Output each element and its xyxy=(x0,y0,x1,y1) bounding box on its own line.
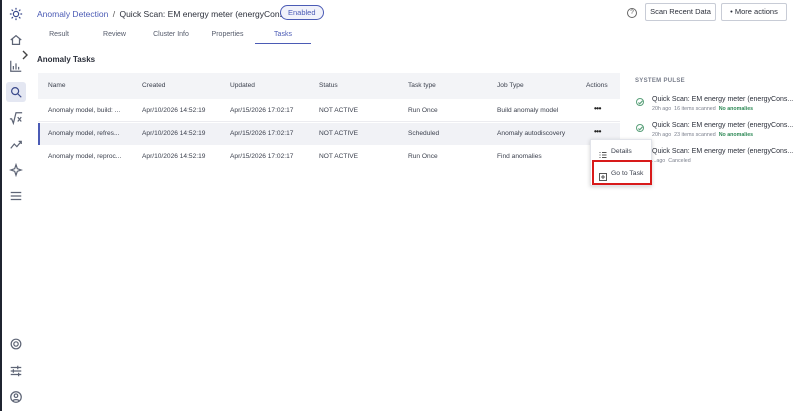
highlight-box xyxy=(592,160,652,185)
settings-icon[interactable] xyxy=(6,334,26,354)
cell-status: NOT ACTIVE xyxy=(319,153,359,160)
table-row[interactable]: Anomaly model, refres... Apr/10/2026 14:… xyxy=(38,123,620,145)
column-header-updated[interactable]: Updated xyxy=(230,82,255,89)
cell-updated: Apr/15/2026 17:02:17 xyxy=(230,153,294,160)
cell-status: NOT ACTIVE xyxy=(319,130,359,137)
breadcrumb-separator: / xyxy=(112,9,116,19)
tab-bar: Result Review Cluster Info Properties Ta… xyxy=(37,28,617,44)
pulse-item-result: No anomalies xyxy=(718,132,754,138)
help-icon[interactable]: ? xyxy=(627,8,637,18)
table-header: Name Created Updated Status Task type Jo… xyxy=(38,73,620,99)
cell-task-type: Run Once xyxy=(408,153,438,160)
cell-job-type: Find anomalies xyxy=(497,153,542,160)
cell-updated: Apr/15/2026 17:02:17 xyxy=(230,130,294,137)
column-header-name[interactable]: Name xyxy=(48,82,66,89)
cell-job-type: Build anomaly model xyxy=(497,107,559,114)
cell-updated: Apr/15/2026 17:02:17 xyxy=(230,107,294,114)
cell-task-type: Scheduled xyxy=(408,130,440,137)
check-circle-icon xyxy=(636,124,644,132)
gear-logo-icon[interactable] xyxy=(6,4,26,24)
pulse-item-age: 20h ago xyxy=(652,106,672,112)
pulse-item[interactable]: Quick Scan: EM energy meter (energyCons.… xyxy=(636,148,796,170)
column-header-task-type[interactable]: Task type xyxy=(408,82,436,89)
cell-name: Anomaly model, build: ... xyxy=(48,107,121,114)
scan-recent-data-button[interactable]: Scan Recent Data xyxy=(645,3,716,21)
list-icon xyxy=(599,148,607,158)
cell-status: NOT ACTIVE xyxy=(319,107,359,114)
table-row[interactable]: Anomaly model, build: ... Apr/10/2026 14… xyxy=(38,100,620,122)
more-actions-bullet: • xyxy=(730,7,733,16)
pulse-item-title: Quick Scan: EM energy meter (energyCons.… xyxy=(652,122,794,129)
cell-created: Apr/10/2026 14:52:19 xyxy=(142,107,206,114)
tab-properties[interactable]: Properties xyxy=(204,28,251,44)
breadcrumb-parent-link[interactable]: Anomaly Detection xyxy=(37,9,108,19)
column-header-status[interactable]: Status xyxy=(319,82,338,89)
search-icon[interactable] xyxy=(6,82,26,102)
pulse-item-age: ...ago xyxy=(652,158,666,164)
sqrt-x-icon[interactable] xyxy=(6,108,26,128)
status-badge: Enabled xyxy=(280,5,324,20)
check-circle-icon xyxy=(636,98,644,106)
tab-review[interactable]: Review xyxy=(92,28,137,44)
cell-created: Apr/10/2026 14:52:19 xyxy=(142,153,206,160)
row-actions-button[interactable]: ••• xyxy=(594,127,601,136)
column-header-actions: Actions xyxy=(586,82,608,89)
column-header-job-type[interactable]: Job Type xyxy=(497,82,524,89)
user-icon[interactable] xyxy=(6,387,26,407)
pulse-item-scanned: Canceled xyxy=(668,158,691,164)
filters-icon[interactable] xyxy=(6,361,26,381)
pulse-item-meta: 20h ago 23 items scanned No anomalies xyxy=(652,132,753,138)
menu-icon[interactable] xyxy=(6,186,26,206)
sparkle-icon[interactable] xyxy=(6,160,26,180)
more-actions-label: More actions xyxy=(734,7,778,16)
menu-item-details[interactable]: Details xyxy=(591,142,653,162)
chevron-right-icon[interactable] xyxy=(20,47,30,60)
section-title: Anomaly Tasks xyxy=(37,55,96,64)
pulse-item-result: No anomalies xyxy=(718,106,754,112)
pulse-item-meta: ...ago Canceled xyxy=(652,158,694,164)
system-pulse-title: SYSTEM PULSE xyxy=(635,78,685,84)
pulse-item-scanned: 23 items scanned xyxy=(674,132,716,138)
cell-created: Apr/10/2026 14:52:19 xyxy=(142,130,206,137)
pulse-item-scanned: 16 items scanned xyxy=(674,106,716,112)
pulse-item[interactable]: Quick Scan: EM energy meter (energyCons.… xyxy=(636,96,796,118)
cell-job-type: Anomaly autodiscovery xyxy=(497,130,566,137)
tab-tasks[interactable]: Tasks xyxy=(255,28,311,44)
menu-item-details-label: Details xyxy=(611,148,632,155)
pulse-item-meta: 20h ago 16 items scanned No anomalies xyxy=(652,106,753,112)
cell-task-type: Run Once xyxy=(408,107,438,114)
pulse-item-title: Quick Scan: EM energy meter (energyCons.… xyxy=(652,148,794,155)
table-row[interactable]: Anomaly model, reproc... Apr/10/2026 14:… xyxy=(38,146,620,168)
tab-cluster-info[interactable]: Cluster Info xyxy=(145,28,197,44)
tab-result[interactable]: Result xyxy=(37,28,81,44)
cell-name: Anomaly model, reproc... xyxy=(48,153,122,160)
pulse-item[interactable]: Quick Scan: EM energy meter (energyCons.… xyxy=(636,122,796,144)
cell-name: Anomaly model, refres... xyxy=(48,130,120,137)
pulse-item-title: Quick Scan: EM energy meter (energyCons.… xyxy=(652,96,794,103)
more-actions-button[interactable]: • More actions xyxy=(721,3,787,21)
row-actions-button[interactable]: ••• xyxy=(594,104,601,113)
left-rail xyxy=(0,0,28,411)
breadcrumb: Anomaly Detection / Quick Scan: EM energ… xyxy=(37,8,317,20)
pulse-item-age: 20h ago xyxy=(652,132,672,138)
column-header-created[interactable]: Created xyxy=(142,82,165,89)
trend-icon[interactable] xyxy=(6,134,26,154)
